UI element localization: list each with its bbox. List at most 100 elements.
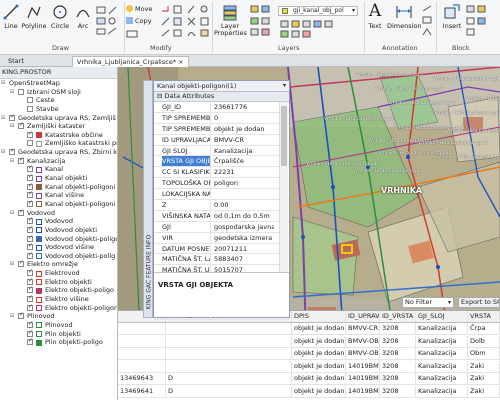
attribute-row[interactable]: GJIgospodarska javna infr bbox=[154, 221, 289, 233]
expand-toggle-icon[interactable]: ⊟ bbox=[10, 157, 14, 166]
modify-extra[interactable] bbox=[126, 29, 142, 41]
tree-row[interactable]: Elektro objekti bbox=[0, 277, 117, 287]
tree-row[interactable]: Plinovod bbox=[0, 320, 117, 330]
tree-row[interactable]: ⊟ Izbrani OSM sloji bbox=[0, 88, 117, 97]
export-shp-button[interactable]: Export to SHP bbox=[458, 297, 500, 308]
attribute-row[interactable]: TIP SPREMEMBE objekt je dodan bbox=[154, 123, 289, 135]
tree-row[interactable]: ⊟Plinovod bbox=[0, 311, 117, 321]
layer-visibility-checkbox[interactable] bbox=[27, 140, 33, 147]
layer-visibility-checkbox[interactable] bbox=[9, 113, 15, 121]
attribute-row[interactable]: TIP SPREMEMBE 0 bbox=[154, 112, 289, 124]
polyline-tool[interactable]: Polyline bbox=[21, 4, 47, 30]
tree-row[interactable]: Kanal objekti-poligoni v bbox=[0, 199, 117, 209]
layer-visibility-checkbox[interactable] bbox=[27, 337, 33, 346]
tree-row[interactable]: Plin objekti-poligo bbox=[0, 337, 117, 347]
block-mini-tools[interactable] bbox=[466, 5, 496, 39]
tree-row[interactable]: ⊟ OpenStreetMap bbox=[0, 79, 117, 88]
tree-row[interactable]: Vodovod objekti-poligo bbox=[0, 234, 117, 244]
feature-info-side-tab[interactable]: KING GAC FEATURE INFO bbox=[143, 80, 153, 318]
attribute-row[interactable]: MATIČNA ŠT. LA 5883407 bbox=[154, 254, 289, 266]
attribute-row[interactable]: VRSTA GJI OBJE Črpališče bbox=[154, 156, 289, 168]
layer-mini-tools[interactable] bbox=[280, 20, 360, 42]
column-header[interactable]: DPIS bbox=[292, 311, 346, 322]
layer-visibility-checkbox[interactable] bbox=[27, 182, 33, 190]
expand-toggle-icon[interactable]: ⊟ bbox=[10, 88, 14, 97]
layer-visibility-checkbox[interactable] bbox=[27, 329, 33, 337]
tree-row[interactable]: Kanal objekti bbox=[0, 173, 117, 183]
table-row[interactable]: objekt je dodan BMVV-OB 3208 Kanalizacija Do… bbox=[118, 335, 500, 348]
layer-visibility-checkbox[interactable] bbox=[9, 147, 15, 156]
tree-row[interactable]: ⊟ Geodetska uprava RS, Zbirni k bbox=[0, 147, 117, 157]
scrollbar-thumb[interactable] bbox=[281, 106, 287, 166]
tree-row[interactable]: ⊟Kanalizacija bbox=[0, 156, 117, 166]
layer-visibility-checkbox[interactable] bbox=[18, 88, 24, 95]
modify-tools[interactable] bbox=[160, 5, 210, 41]
feature-layer-select[interactable]: Kanal objekti-poligoni(1) ▾ bbox=[154, 81, 289, 92]
tree-row[interactable]: Zemljiško katastrski prik bbox=[0, 139, 117, 148]
tree-row[interactable]: ⊟ Zemljiški kataster bbox=[0, 121, 117, 131]
layer-visibility-checkbox[interactable] bbox=[27, 303, 33, 311]
attribute-row[interactable]: VIRgeodetska izmera po z bbox=[154, 232, 289, 244]
layer-visibility-checkbox[interactable] bbox=[27, 242, 33, 251]
layer-visibility-checkbox[interactable] bbox=[18, 208, 24, 216]
tree-row[interactable]: Vodovod bbox=[0, 216, 117, 226]
table-row[interactable]: objekt je dodan BMVV-OB 3208 Kanalizacija Ob… bbox=[118, 348, 500, 360]
column-header[interactable]: ID_VRSTA bbox=[380, 311, 416, 322]
tab-start[interactable]: Start bbox=[4, 56, 28, 67]
layer-visibility-checkbox[interactable] bbox=[27, 268, 33, 277]
attribute-row[interactable]: Z 0.00 bbox=[154, 200, 289, 211]
layer-properties-button[interactable]: Layer Properties bbox=[214, 3, 247, 37]
layer-visibility-checkbox[interactable] bbox=[27, 285, 33, 294]
insert-button[interactable]: Insert bbox=[440, 3, 464, 30]
attribute-table[interactable]: SPREMEMBEDPISID_UPRAVLJACAID_VRSTAGJI_SL… bbox=[118, 310, 500, 400]
layer-visibility-checkbox[interactable] bbox=[27, 277, 33, 285]
layer-visibility-checkbox[interactable] bbox=[27, 190, 33, 199]
layer-visibility-checkbox[interactable] bbox=[27, 234, 33, 242]
column-header[interactable]: VRSTA bbox=[468, 311, 500, 322]
arc-tool[interactable]: Arc bbox=[74, 4, 92, 30]
layer-visibility-checkbox[interactable] bbox=[18, 121, 24, 130]
annotation-mini-tools[interactable] bbox=[422, 5, 434, 39]
attribute-row[interactable]: VIŠINSKA NATA od 0,1m do 0,5m bbox=[154, 210, 289, 222]
text-tool[interactable]: A Text bbox=[366, 2, 384, 30]
attribute-row[interactable]: CC SI KLASIFIKA 22231 bbox=[154, 167, 289, 179]
layer-visibility-checkbox[interactable] bbox=[18, 156, 24, 164]
tree-row[interactable]: ⊟Vodovod bbox=[0, 208, 117, 218]
table-row[interactable]: objekt je dodan14019BMVB_13208Kanalizaci… bbox=[118, 360, 500, 373]
attribute-row[interactable]: ID UPRAVLJACA BMVV-CR bbox=[154, 134, 289, 146]
draw-mini-icons[interactable] bbox=[96, 6, 124, 38]
attribute-row[interactable]: LOKACIJSKA NA bbox=[154, 189, 289, 201]
layer-visibility-checkbox[interactable] bbox=[27, 294, 33, 303]
tree-row[interactable]: Elektro objekti-poligoni bbox=[0, 303, 117, 313]
tree-row[interactable]: ⊟ Elektro omrežje bbox=[0, 259, 117, 269]
filter-dropdown[interactable]: No Filter ▾ bbox=[402, 297, 454, 308]
layer-visibility-checkbox[interactable] bbox=[27, 164, 33, 173]
expand-toggle-icon[interactable]: ⊟ bbox=[10, 209, 14, 218]
circle-tool[interactable]: Circle bbox=[50, 4, 70, 30]
tree-row[interactable]: Elektrovod bbox=[0, 268, 117, 278]
layer-visibility-checkbox[interactable] bbox=[27, 225, 33, 233]
table-row[interactable]: objekt je dodan BMVV-CR 3208 Kanalizacija Čr… bbox=[118, 323, 500, 335]
tree-row[interactable]: Kanal bbox=[0, 164, 117, 174]
table-row[interactable]: 13469643Dobjekt je dodan14019BMVB_13208K… bbox=[118, 373, 500, 385]
attribute-row[interactable]: TOPOLOŠKA OBLpoligon bbox=[154, 178, 289, 190]
column-header[interactable]: ID_UPRAVLJACA bbox=[346, 311, 380, 322]
move-button[interactable]: Move bbox=[126, 5, 152, 13]
expand-toggle-icon[interactable]: ⊟ bbox=[10, 312, 14, 321]
layer-visibility-checkbox[interactable] bbox=[27, 130, 33, 138]
expand-toggle-icon[interactable]: ⊟ bbox=[1, 148, 5, 157]
layer-visibility-checkbox[interactable] bbox=[18, 259, 24, 268]
tree-row[interactable]: Vodovod objekti bbox=[0, 225, 117, 235]
tree-row[interactable]: Kanal višine bbox=[0, 190, 117, 200]
tree-row[interactable]: Vodovod objekti-polig bbox=[0, 251, 117, 261]
layer-visibility-checkbox[interactable] bbox=[27, 105, 33, 112]
tree-row[interactable]: Katastrske občine bbox=[0, 130, 117, 140]
layer-visibility-checkbox[interactable] bbox=[27, 320, 33, 329]
expand-toggle-icon[interactable]: ⊟ bbox=[10, 122, 14, 131]
tree-row[interactable]: Elektro objekti-poligo bbox=[0, 285, 117, 295]
layer-visibility-checkbox[interactable] bbox=[27, 251, 33, 259]
layer-visibility-checkbox[interactable] bbox=[27, 216, 33, 225]
tree-row[interactable]: Kanal objekti-poligoni bbox=[0, 182, 117, 192]
copy-button[interactable]: Copy bbox=[126, 17, 152, 25]
tree-row[interactable]: Stavbe bbox=[0, 105, 117, 114]
